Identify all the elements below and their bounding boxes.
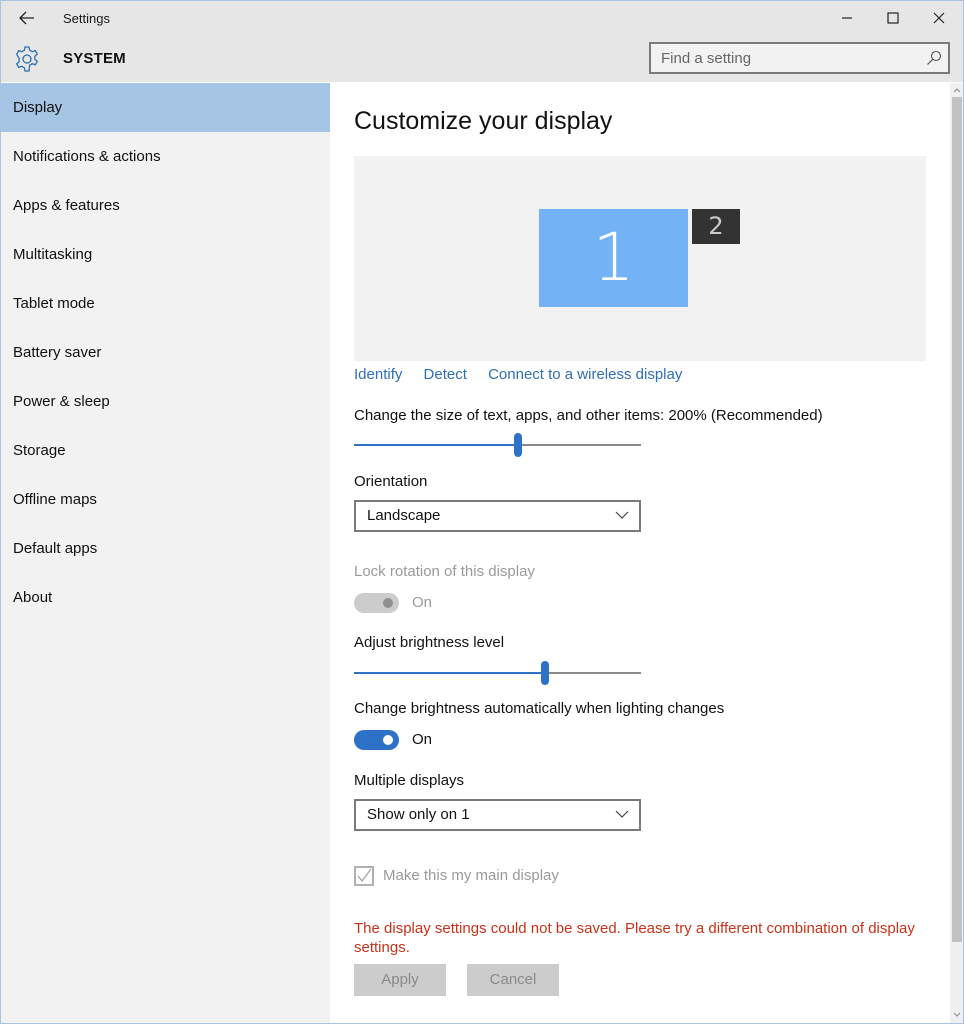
page-title: Customize your display bbox=[354, 107, 613, 135]
wireless-display-link[interactable]: Connect to a wireless display bbox=[488, 366, 682, 383]
monitor-1[interactable]: 1 bbox=[539, 209, 688, 307]
section-title: SYSTEM bbox=[63, 50, 126, 67]
slider-fill bbox=[354, 444, 518, 446]
back-button[interactable] bbox=[13, 6, 41, 30]
error-message: The display settings could not be saved.… bbox=[354, 920, 915, 956]
sidebar-item-offline-maps[interactable]: Offline maps bbox=[1, 475, 330, 524]
lock-rotation-toggle[interactable] bbox=[354, 593, 399, 613]
checkmark-icon bbox=[357, 868, 372, 882]
toggle-knob bbox=[383, 735, 393, 745]
orientation-dropdown[interactable]: Landscape bbox=[354, 500, 641, 532]
section-header: SYSTEM bbox=[1, 36, 963, 82]
app-title: Settings bbox=[63, 11, 110, 26]
monitor-2[interactable]: 2 bbox=[692, 209, 740, 244]
slider-thumb[interactable] bbox=[540, 661, 549, 685]
maximize-icon bbox=[887, 12, 899, 24]
multiple-displays-label: Multiple displays bbox=[354, 772, 465, 789]
auto-brightness-toggle[interactable] bbox=[354, 730, 399, 750]
scale-slider[interactable] bbox=[354, 433, 641, 457]
main-display-label: Make this my main display bbox=[383, 867, 559, 884]
sidebar-item-power-sleep[interactable]: Power & sleep bbox=[1, 377, 330, 426]
sidebar-item-about[interactable]: About bbox=[1, 573, 330, 622]
brightness-label: Adjust brightness level bbox=[354, 634, 505, 651]
gear-icon bbox=[15, 46, 39, 72]
close-icon bbox=[933, 12, 945, 24]
minimize-icon bbox=[842, 17, 852, 19]
scale-label: Change the size of text, apps, and other… bbox=[354, 407, 823, 424]
sidebar-item-storage[interactable]: Storage bbox=[1, 426, 330, 475]
auto-brightness-label: Change brightness automatically when lig… bbox=[354, 700, 725, 717]
display-links: Identify Detect Connect to a wireless di… bbox=[354, 366, 699, 383]
sidebar-item-default-apps[interactable]: Default apps bbox=[1, 524, 330, 573]
main-content: Customize your display 1 2 Identify Dete… bbox=[330, 83, 950, 1023]
orientation-label: Orientation bbox=[354, 473, 428, 490]
sidebar-item-display[interactable]: Display bbox=[1, 83, 330, 132]
identify-link[interactable]: Identify bbox=[354, 366, 402, 383]
close-button[interactable] bbox=[916, 1, 962, 35]
auto-brightness-state: On bbox=[412, 731, 433, 748]
lock-rotation-state: On bbox=[412, 594, 433, 611]
back-arrow-icon bbox=[19, 11, 34, 25]
multiple-displays-dropdown[interactable]: Show only on 1 bbox=[354, 799, 641, 831]
orientation-value: Landscape bbox=[367, 507, 441, 524]
lock-rotation-label: Lock rotation of this display bbox=[354, 563, 535, 580]
chevron-down-icon bbox=[615, 511, 629, 519]
apply-button[interactable]: Apply bbox=[354, 964, 446, 996]
title-bar: Settings bbox=[1, 1, 963, 36]
scrollbar-thumb[interactable] bbox=[952, 97, 962, 942]
display-arrangement: 1 2 bbox=[354, 156, 926, 361]
sidebar-item-multitasking[interactable]: Multitasking bbox=[1, 230, 330, 279]
cancel-button[interactable]: Cancel bbox=[467, 964, 559, 996]
vertical-scrollbar[interactable] bbox=[950, 83, 963, 1023]
chevron-up-icon bbox=[953, 87, 960, 92]
main-display-checkbox[interactable] bbox=[354, 866, 374, 886]
sidebar-item-battery-saver[interactable]: Battery saver bbox=[1, 328, 330, 377]
maximize-button[interactable] bbox=[870, 1, 916, 35]
sidebar: Display Notifications & actions Apps & f… bbox=[1, 83, 330, 1023]
slider-fill bbox=[354, 672, 545, 674]
detect-link[interactable]: Detect bbox=[424, 366, 467, 383]
scroll-up-button[interactable] bbox=[950, 83, 963, 97]
slider-thumb[interactable] bbox=[513, 433, 522, 457]
toggle-knob bbox=[383, 598, 393, 608]
search-box[interactable] bbox=[649, 42, 950, 74]
minimize-button[interactable] bbox=[824, 1, 870, 35]
sidebar-item-apps-features[interactable]: Apps & features bbox=[1, 181, 330, 230]
multiple-displays-value: Show only on 1 bbox=[367, 806, 470, 823]
chevron-down-icon bbox=[615, 810, 629, 818]
search-icon[interactable] bbox=[926, 50, 942, 66]
sidebar-item-tablet-mode[interactable]: Tablet mode bbox=[1, 279, 330, 328]
chevron-down-icon bbox=[953, 1012, 960, 1017]
scroll-down-button[interactable] bbox=[950, 1007, 963, 1021]
search-input[interactable] bbox=[651, 44, 921, 72]
sidebar-item-notifications[interactable]: Notifications & actions bbox=[1, 132, 330, 181]
brightness-slider[interactable] bbox=[354, 661, 641, 685]
settings-window: Settings SYSTEM Display Notifications & … bbox=[0, 0, 964, 1024]
